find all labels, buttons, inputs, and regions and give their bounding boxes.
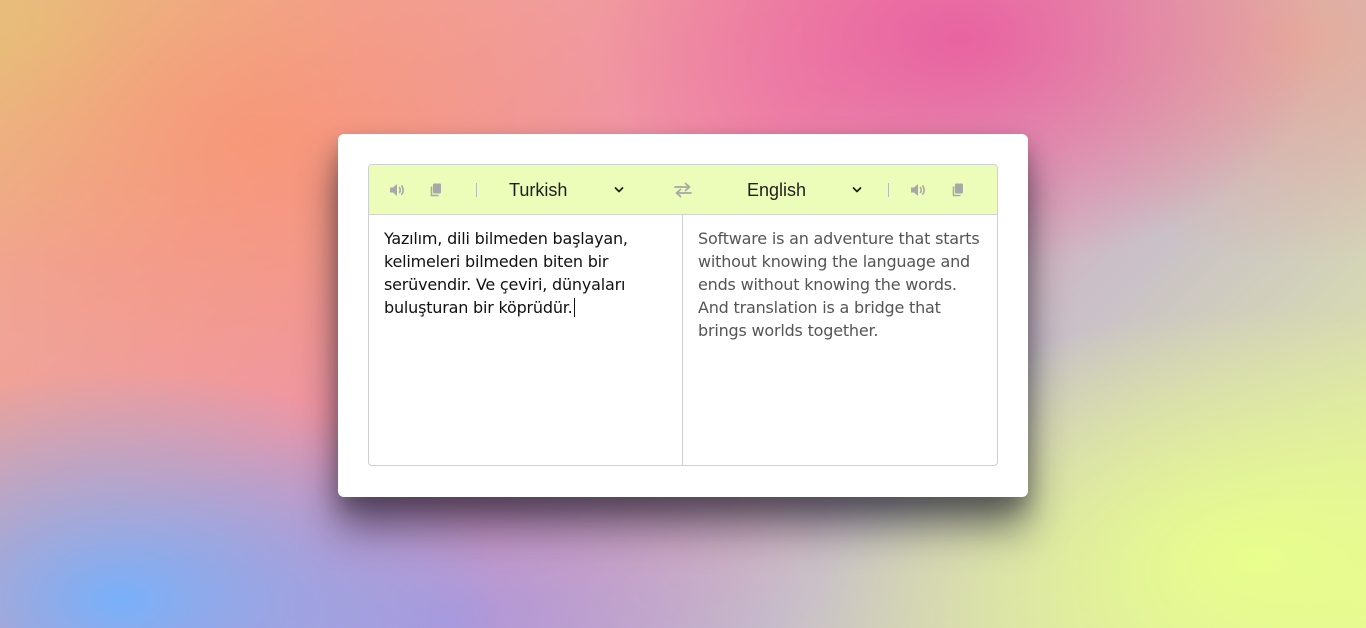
source-text: Yazılım, dili bilmeden başlayan, kelimel… <box>384 229 628 317</box>
target-language-select[interactable]: English <box>747 165 865 215</box>
chevron-down-icon <box>614 187 624 193</box>
target-copy-icon[interactable] <box>947 165 969 215</box>
translator-toolbar: Turkish English <box>369 165 997 215</box>
target-speaker-icon[interactable] <box>908 165 930 215</box>
target-language-label: English <box>747 179 807 200</box>
source-copy-icon[interactable] <box>425 165 447 215</box>
target-text-area: Software is an adventure that starts wit… <box>683 215 997 465</box>
swap-languages-icon[interactable] <box>671 165 695 215</box>
text-cursor <box>573 298 575 317</box>
translator-card: Turkish English Yazılım, dili bilmeden b… <box>338 134 1028 497</box>
source-language-select[interactable]: Turkish <box>509 165 627 215</box>
chevron-down-icon <box>852 187 862 193</box>
toolbar-divider <box>476 183 477 197</box>
source-language-label: Turkish <box>509 179 568 200</box>
toolbar-divider <box>888 183 889 197</box>
translator-panel: Turkish English Yazılım, dili bilmeden b… <box>368 164 998 466</box>
source-speaker-icon[interactable] <box>387 165 409 215</box>
source-text-area[interactable]: Yazılım, dili bilmeden başlayan, kelimel… <box>369 215 683 465</box>
target-text: Software is an adventure that starts wit… <box>698 229 980 340</box>
